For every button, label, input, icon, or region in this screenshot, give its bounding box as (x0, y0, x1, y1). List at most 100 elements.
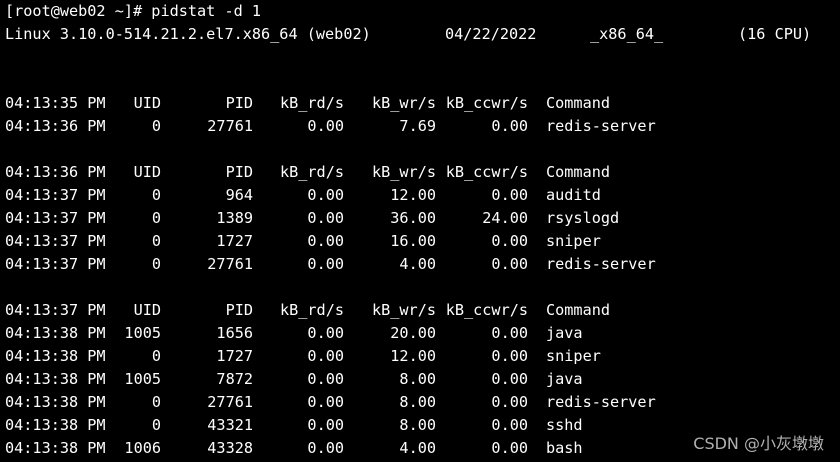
kb-wr-cell: 12.00 (390, 347, 436, 365)
kb-ccwr-cell: 0.00 (491, 117, 528, 135)
kb-ccwr-cell: 24.00 (482, 209, 528, 227)
kb-wr-cell: 16.00 (390, 232, 436, 250)
header-cmd: Command (546, 94, 611, 112)
time-cell: 04:13:38 PM (5, 416, 106, 434)
header-rd: kB_rd/s (279, 94, 344, 112)
command-cell: auditd (546, 186, 601, 204)
header-uid: UID (133, 163, 161, 181)
kb-rd-cell: 0.00 (307, 209, 344, 227)
time-cell: 04:13:37 PM (5, 255, 106, 273)
watermark: CSDN @小灰墩墩 (693, 434, 824, 453)
header-rd: kB_rd/s (279, 163, 344, 181)
kb-ccwr-cell: 0.00 (491, 232, 528, 250)
terminal-window[interactable]: [root@web02 ~]# pidstat -d 1 Linux 3.10.… (5, 0, 835, 462)
table-row: 04:13:37 PM 0 964 0.00 12.00 0.00 auditd (5, 184, 835, 207)
header-wr: kB_wr/s (371, 163, 436, 181)
cpu-count: (16 CPU) (738, 25, 812, 43)
time-cell: 04:13:38 PM (5, 324, 106, 342)
kb-wr-cell: 4.00 (399, 439, 436, 457)
kb-ccwr-cell: 0.00 (491, 186, 528, 204)
uid-cell: 0 (151, 117, 161, 135)
pid-cell: 964 (225, 186, 253, 204)
uid-cell: 0 (151, 416, 161, 434)
kb-ccwr-cell: 0.00 (491, 393, 528, 411)
header-cmd: Command (546, 163, 611, 181)
pid-cell: 27761 (207, 117, 253, 135)
pid-cell: 1727 (216, 232, 253, 250)
kb-wr-cell: 36.00 (390, 209, 436, 227)
command-cell: redis-server (546, 117, 656, 135)
header-time: 04:13:36 PM (5, 163, 106, 181)
report-date: 04/22/2022 (445, 25, 537, 43)
pid-cell: 27761 (207, 255, 253, 273)
pidstat-output: 04:13:35 PM UID PID kB_rd/s kB_wr/s kB_ccwr/s… (5, 92, 835, 460)
uid-cell: 0 (151, 347, 161, 365)
command-cell: sniper (546, 232, 601, 250)
kb-rd-cell: 0.00 (307, 416, 344, 434)
kb-rd-cell: 0.00 (307, 347, 344, 365)
pid-cell: 43328 (207, 439, 253, 457)
column-header-row: 04:13:35 PM UID PID kB_rd/s kB_wr/s kB_ccwr/s… (5, 92, 835, 115)
pid-cell: 1727 (216, 347, 253, 365)
kb-rd-cell: 0.00 (307, 324, 344, 342)
pid-cell: 43321 (207, 416, 253, 434)
time-cell: 04:13:36 PM (5, 117, 106, 135)
pid-cell: 27761 (207, 393, 253, 411)
kb-rd-cell: 0.00 (307, 393, 344, 411)
uid-cell: 1006 (124, 439, 161, 457)
time-cell: 04:13:38 PM (5, 347, 106, 365)
kb-rd-cell: 0.00 (307, 439, 344, 457)
kb-wr-cell: 8.00 (399, 370, 436, 388)
uid-cell: 0 (151, 232, 161, 250)
kernel-info: Linux 3.10.0-514.21.2.el7.x86_64 (web02) (5, 25, 371, 43)
kb-wr-cell: 12.00 (390, 186, 436, 204)
table-row: 04:13:38 PM 1005 7872 0.00 8.00 0.00 java (5, 368, 835, 391)
table-row: 04:13:37 PM 0 1389 0.00 36.00 24.00 rsyslogd (5, 207, 835, 230)
system-info-line: Linux 3.10.0-514.21.2.el7.x86_64 (web02)… (5, 23, 835, 46)
kb-ccwr-cell: 0.00 (491, 439, 528, 457)
pid-cell: 7872 (216, 370, 253, 388)
command-cell: java (546, 324, 583, 342)
table-row: 04:13:38 PM 0 27761 0.00 8.00 0.00 redis-serve… (5, 391, 835, 414)
pid-cell: 1656 (216, 324, 253, 342)
command-cell: redis-server (546, 393, 656, 411)
header-pid: PID (225, 94, 253, 112)
kb-wr-cell: 7.69 (399, 117, 436, 135)
uid-cell: 0 (151, 255, 161, 273)
header-pid: PID (225, 301, 253, 319)
uid-cell: 0 (151, 209, 161, 227)
table-row: 04:13:36 PM 0 27761 0.00 7.69 0.00 redis-serve… (5, 115, 835, 138)
time-cell: 04:13:38 PM (5, 370, 106, 388)
table-row: 04:13:37 PM 0 27761 0.00 4.00 0.00 redis-serve… (5, 253, 835, 276)
time-cell: 04:13:37 PM (5, 209, 106, 227)
kb-rd-cell: 0.00 (307, 117, 344, 135)
kb-ccwr-cell: 0.00 (491, 347, 528, 365)
uid-cell: 1005 (124, 324, 161, 342)
header-time: 04:13:35 PM (5, 94, 106, 112)
kb-ccwr-cell: 0.00 (491, 324, 528, 342)
header-pid: PID (225, 163, 253, 181)
kb-rd-cell: 0.00 (307, 255, 344, 273)
header-uid: UID (133, 301, 161, 319)
header-rd: kB_rd/s (279, 301, 344, 319)
table-row: 04:13:38 PM 0 1727 0.00 12.00 0.00 sniper (5, 345, 835, 368)
header-wr: kB_wr/s (371, 94, 436, 112)
kb-rd-cell: 0.00 (307, 186, 344, 204)
kb-ccwr-cell: 0.00 (491, 370, 528, 388)
uid-cell: 0 (151, 393, 161, 411)
time-cell: 04:13:38 PM (5, 393, 106, 411)
header-ccwr: kB_ccwr/s (445, 301, 528, 319)
command-cell: sniper (546, 347, 601, 365)
time-cell: 04:13:37 PM (5, 232, 106, 250)
kb-ccwr-cell: 0.00 (491, 255, 528, 273)
column-header-row: 04:13:37 PM UID PID kB_rd/s kB_wr/s kB_ccwr/s… (5, 299, 835, 322)
header-ccwr: kB_ccwr/s (445, 94, 528, 112)
header-ccwr: kB_ccwr/s (445, 163, 528, 181)
table-row: 04:13:38 PM 1005 1656 0.00 20.00 0.00 java (5, 322, 835, 345)
pid-cell: 1389 (216, 209, 253, 227)
uid-cell: 0 (151, 186, 161, 204)
kb-wr-cell: 20.00 (390, 324, 436, 342)
header-uid: UID (133, 94, 161, 112)
